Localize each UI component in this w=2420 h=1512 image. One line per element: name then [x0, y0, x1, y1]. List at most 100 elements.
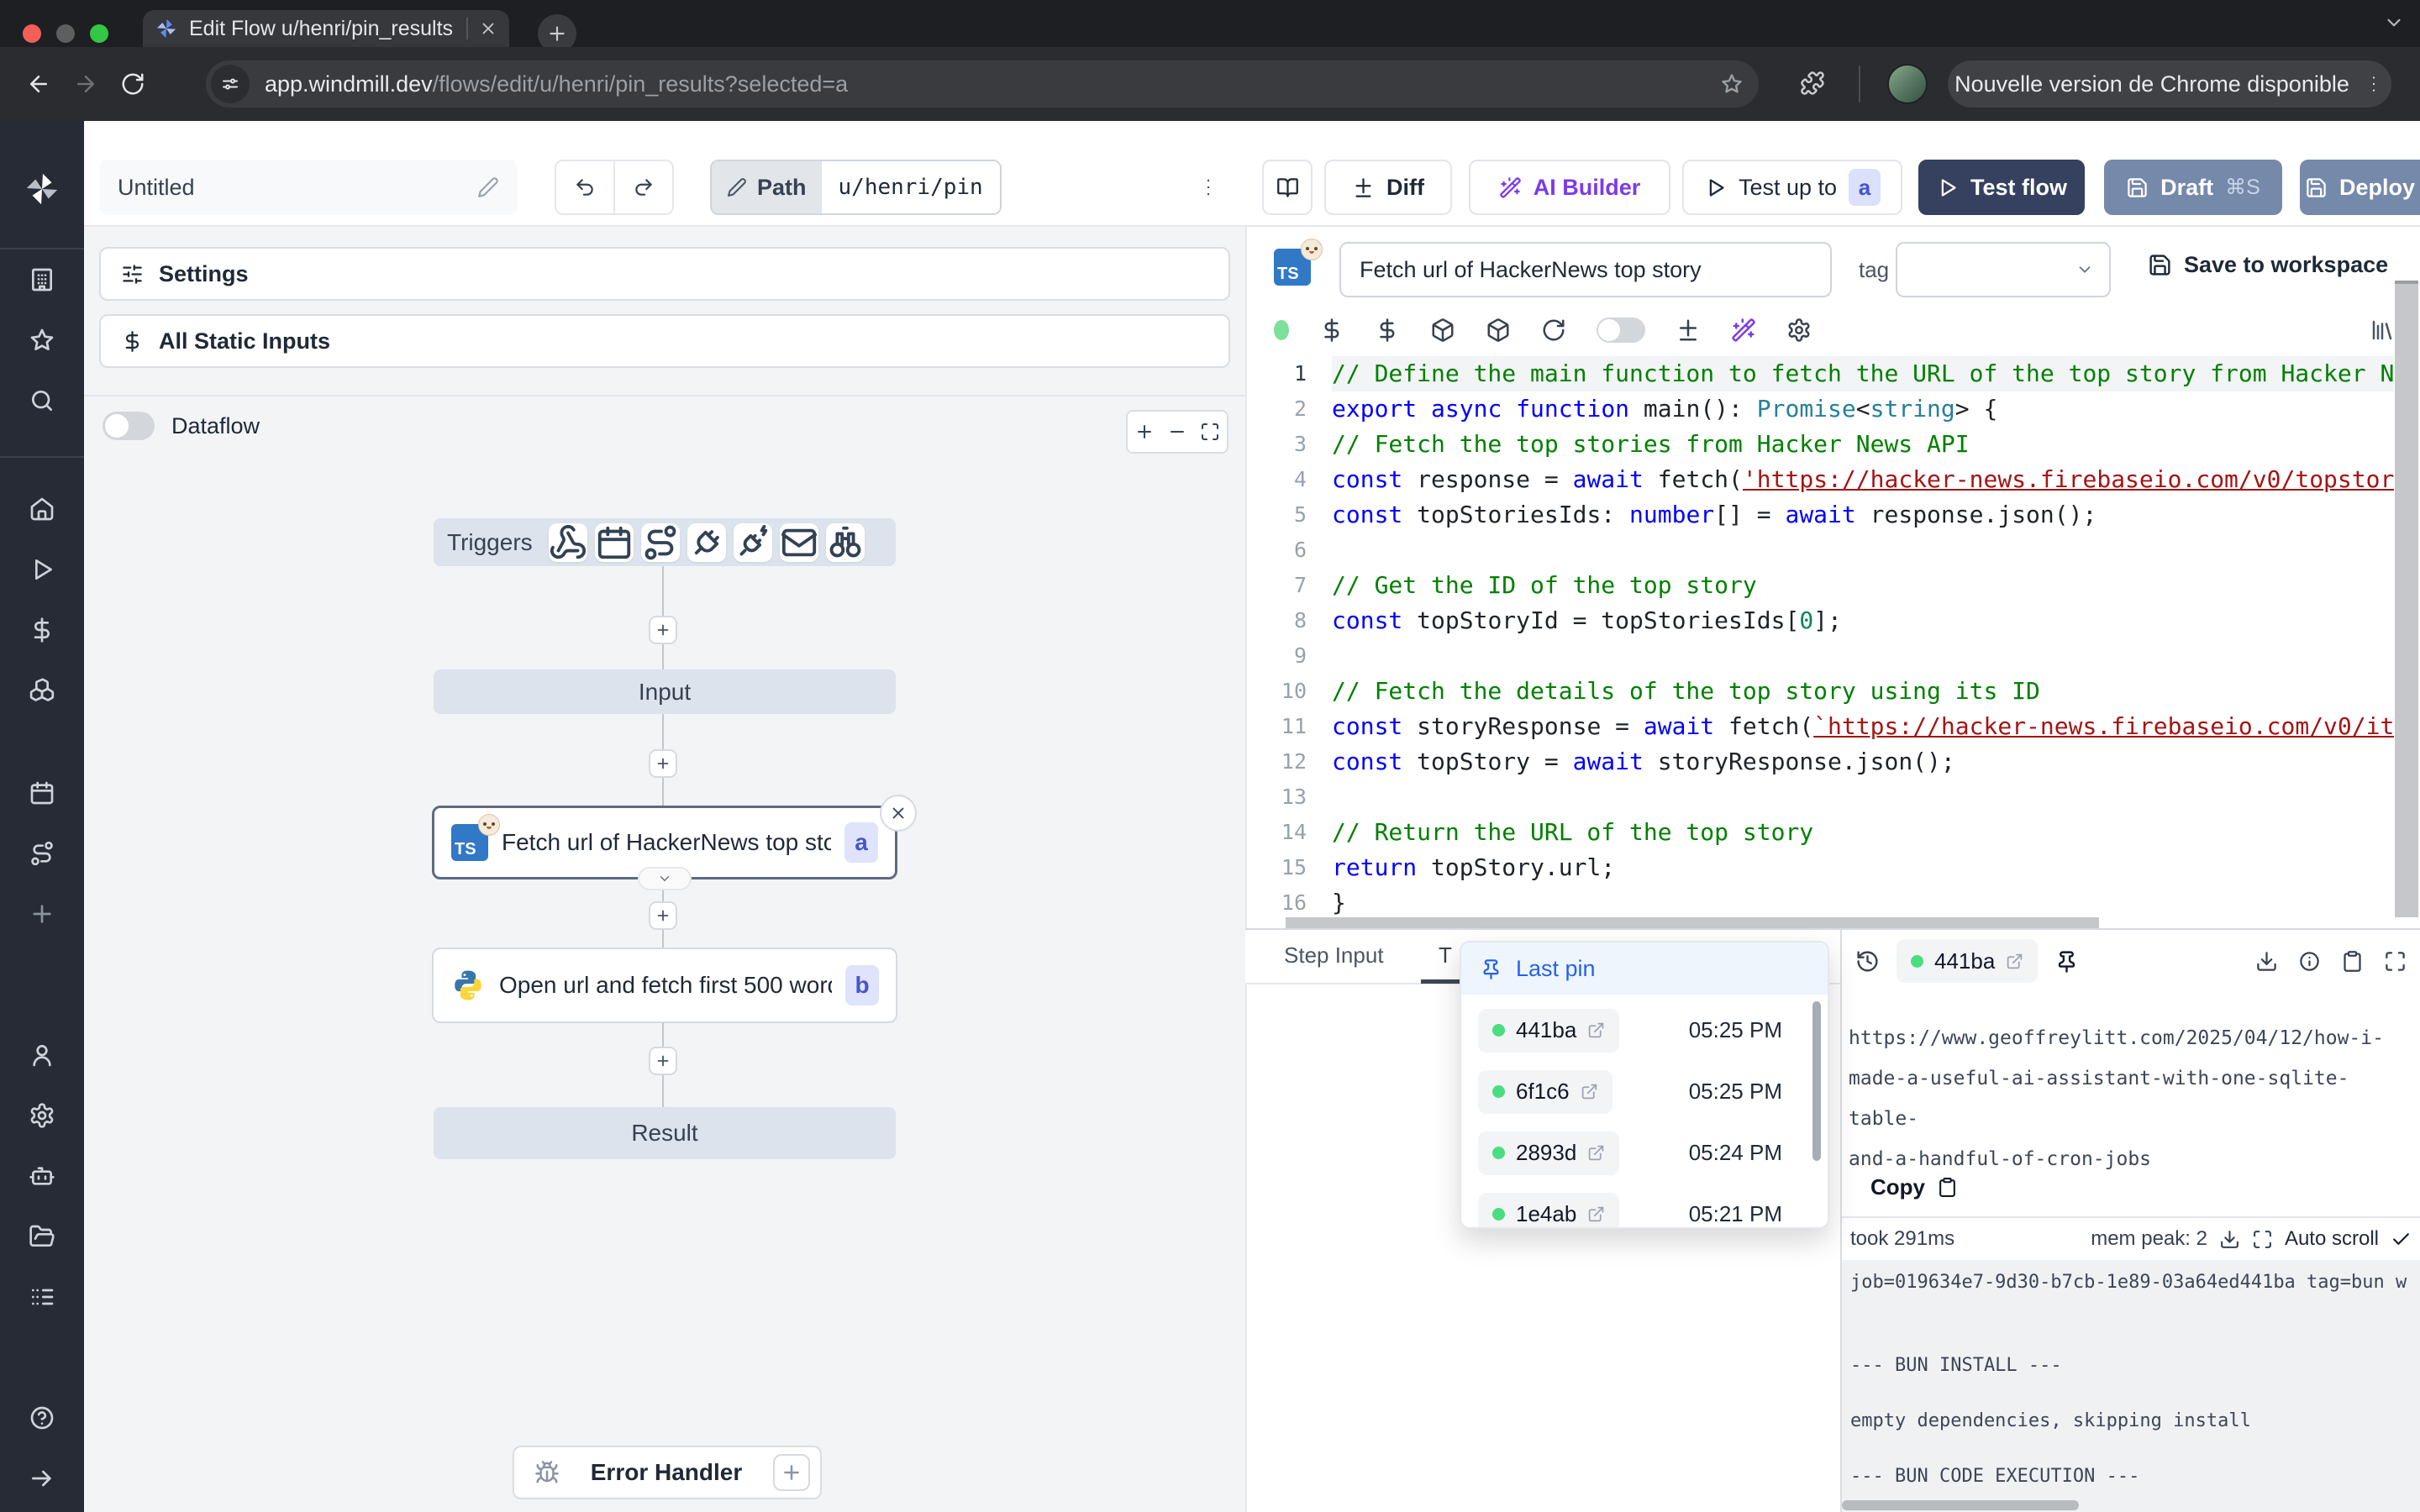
log-horizontal-scrollbar[interactable]: [1842, 1500, 2079, 1510]
trigger-schedule-icon[interactable]: [595, 523, 634, 562]
remove-step-button[interactable]: [880, 795, 917, 832]
site-info-icon[interactable]: [211, 65, 250, 103]
code-line-12[interactable]: 12 const topStory = await storyResponse.…: [1246, 744, 2394, 780]
copy-button[interactable]: Copy: [1870, 1174, 1958, 1200]
expand-step-button[interactable]: [638, 867, 692, 890]
add-step-button[interactable]: [649, 1047, 677, 1075]
pin-chip[interactable]: 1e4ab: [1478, 1193, 1619, 1230]
sidebar-item-workspace[interactable]: [29, 249, 55, 310]
code-line-6[interactable]: 6: [1246, 533, 2394, 568]
zoom-in-button[interactable]: [1134, 422, 1155, 442]
resources-icon[interactable]: [1375, 318, 1400, 343]
tab-step-input[interactable]: Step Input: [1284, 942, 1384, 969]
library-icon[interactable]: [2370, 318, 2395, 343]
sidebar-item-resources[interactable]: [29, 660, 55, 721]
docs-button[interactable]: [1262, 160, 1313, 215]
path-chip[interactable]: Path u/henri/pin: [710, 160, 1002, 215]
maximize-icon[interactable]: [2384, 950, 2407, 973]
package-icon[interactable]: [1430, 318, 1455, 343]
diff-button[interactable]: Diff: [1324, 160, 1452, 215]
deploy-button[interactable]: Deploy: [2300, 160, 2420, 215]
triggers-node[interactable]: Triggers: [434, 518, 896, 566]
clipboard-icon[interactable]: [2341, 950, 2364, 973]
reset-icon[interactable]: [1541, 318, 1566, 343]
external-link-icon[interactable]: [2006, 953, 2023, 970]
browser-tab[interactable]: Edit Flow u/henri/pin_results: [143, 10, 509, 47]
sidebar-item-help[interactable]: [29, 1388, 55, 1448]
log-output[interactable]: job=019634e7-9d30-b7cb-1e89-03a64ed441ba…: [1842, 1260, 2420, 1512]
sidebar-item-flows[interactable]: [29, 823, 55, 884]
titlebar-chevron-icon[interactable]: [2383, 12, 2405, 34]
sidebar-item-variables[interactable]: [29, 600, 55, 660]
sidebar-item-workers[interactable]: [29, 1146, 55, 1206]
code-line-5[interactable]: 5 const topStoriesIds: number[] = await …: [1246, 497, 2394, 533]
pin-item-1e4ab[interactable]: 1e4ab 05:21 PM: [1461, 1184, 1828, 1229]
sidebar-item-audit-logs[interactable]: [29, 1267, 55, 1327]
history-icon[interactable]: [1855, 949, 1880, 974]
profile-avatar[interactable]: [1887, 64, 1928, 104]
selected-pin-chip[interactable]: 441ba: [1897, 939, 2038, 983]
external-link-icon[interactable]: [1587, 1021, 1605, 1039]
variables-icon[interactable]: [1319, 318, 1344, 343]
dropdown-scrollbar[interactable]: [1812, 1001, 1821, 1161]
check-icon[interactable]: [2391, 1229, 2412, 1250]
sidebar-item-schedules[interactable]: [29, 763, 55, 823]
test-flow-button[interactable]: Test flow: [1918, 160, 2085, 215]
code-horizontal-scrollbar[interactable]: [1286, 917, 2099, 928]
trigger-email-icon[interactable]: [780, 523, 818, 562]
sidebar-item-home[interactable]: [29, 479, 55, 539]
reload-button[interactable]: [109, 60, 156, 108]
pin-chip[interactable]: 441ba: [1478, 1009, 1619, 1053]
info-icon[interactable]: [2298, 950, 2321, 973]
code-line-14[interactable]: 14 // Return the URL of the top story: [1246, 815, 2394, 850]
package-icon[interactable]: [1486, 318, 1511, 343]
code-line-10[interactable]: 10 // Fetch the details of the top story…: [1246, 674, 2394, 709]
external-link-icon[interactable]: [1587, 1144, 1605, 1162]
editor-toggle[interactable]: [1597, 318, 1645, 343]
step-node-b[interactable]: Open url and fetch first 500 words of ..…: [432, 948, 897, 1023]
trigger-webhook-icon[interactable]: [549, 523, 587, 562]
pin-icon[interactable]: [2054, 949, 2079, 974]
windmill-logo-icon[interactable]: [23, 159, 61, 219]
trigger-route-icon[interactable]: [641, 523, 680, 562]
ai-assistant-icon[interactable]: [1731, 318, 1756, 343]
tab-test-results-partial[interactable]: T: [1439, 942, 1452, 969]
window-minimize-button[interactable]: [56, 24, 75, 43]
pin-item-6f1c6[interactable]: 6f1c6 05:25 PM: [1461, 1061, 1828, 1122]
code-line-15[interactable]: 15 return topStory.url;: [1246, 850, 2394, 885]
fit-view-button[interactable]: [1200, 422, 1220, 442]
add-step-button[interactable]: [649, 616, 677, 644]
code-line-3[interactable]: 3 // Fetch the top stories from Hacker N…: [1246, 427, 2394, 462]
back-button[interactable]: [15, 60, 62, 108]
code-line-2[interactable]: 2export async function main(): Promise<s…: [1246, 391, 2394, 427]
tag-select[interactable]: [1896, 242, 2111, 297]
sidebar-item-runs[interactable]: [29, 539, 55, 600]
address-bar[interactable]: app.windmill.dev/flows/edit/u/henri/pin_…: [206, 60, 1759, 108]
input-node[interactable]: Input: [434, 669, 896, 714]
code-line-13[interactable]: 13: [1246, 780, 2394, 815]
sidebar-item-search[interactable]: [29, 370, 55, 431]
trigger-plug-zap-icon[interactable]: [734, 523, 772, 562]
sidebar-item-favorites[interactable]: [29, 310, 55, 370]
redo-button[interactable]: [615, 161, 672, 213]
code-line-16[interactable]: 16}: [1246, 885, 2394, 919]
download-icon[interactable]: [2255, 950, 2278, 973]
tab-close-icon[interactable]: [479, 19, 497, 38]
add-step-button[interactable]: [649, 901, 677, 930]
add-error-handler-button[interactable]: [773, 1454, 810, 1491]
pin-item-2893d[interactable]: 2893d 05:24 PM: [1461, 1122, 1828, 1184]
window-zoom-button[interactable]: [90, 24, 108, 43]
code-line-7[interactable]: 7 // Get the ID of the top story: [1246, 568, 2394, 603]
editor-settings-icon[interactable]: [1786, 318, 1812, 343]
sidebar-item-add[interactable]: [29, 884, 55, 944]
draft-button[interactable]: Draft⌘S: [2104, 160, 2282, 215]
bookmark-star-icon[interactable]: [1720, 72, 1744, 96]
diff-mode-icon[interactable]: [1676, 318, 1701, 343]
static-inputs-card[interactable]: All Static Inputs: [99, 314, 1230, 368]
sidebar-item-settings[interactable]: [29, 1085, 55, 1146]
result-node[interactable]: Result: [434, 1107, 896, 1159]
code-editor[interactable]: 1// Define the main function to fetch th…: [1246, 356, 2394, 919]
ai-builder-button[interactable]: AI Builder: [1469, 160, 1670, 215]
sidebar-item-folders[interactable]: [29, 1206, 55, 1267]
pin-chip[interactable]: 6f1c6: [1478, 1070, 1612, 1114]
